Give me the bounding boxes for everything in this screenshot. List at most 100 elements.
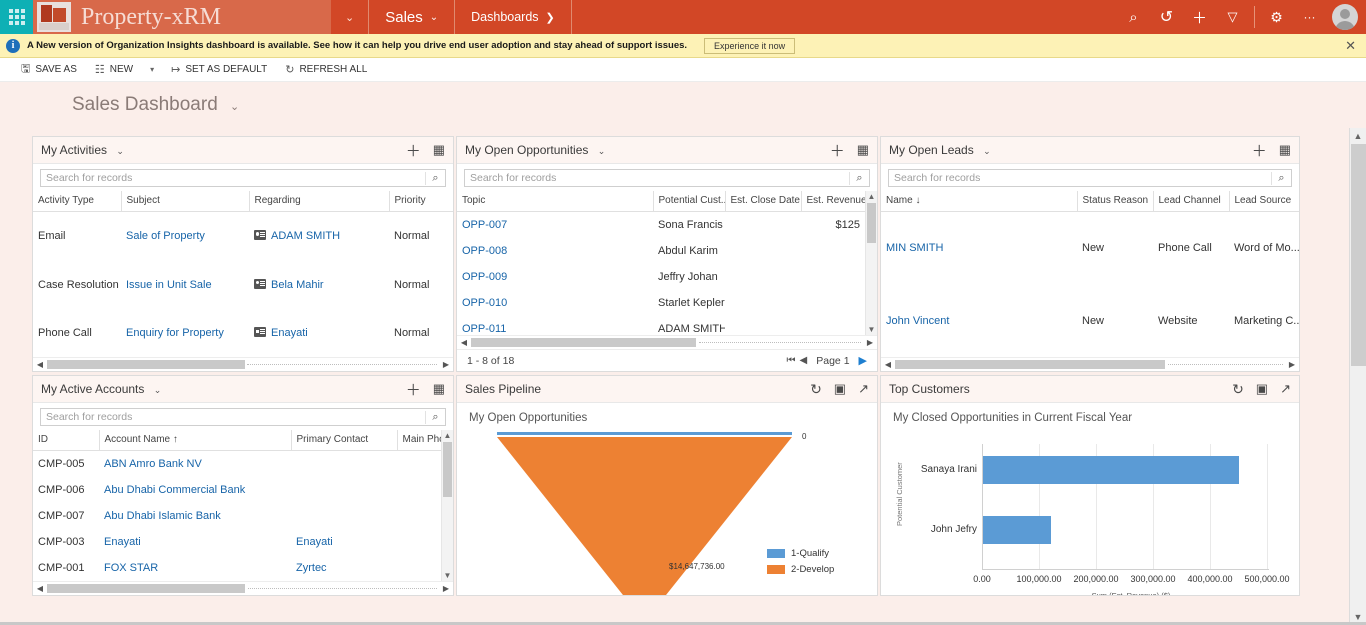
dashboard-selector-chevron-icon[interactable]: ⌄	[230, 101, 239, 113]
account-link[interactable]: FOX STAR	[104, 562, 158, 574]
legend-item-qualify[interactable]: 1-Qualify	[767, 548, 834, 559]
set-as-default-button[interactable]: ↦ SET AS DEFAULT	[162, 63, 276, 76]
scroll-track[interactable]	[471, 338, 863, 347]
search-box[interactable]: ⌕	[888, 169, 1292, 187]
expand-icon[interactable]: ↗	[858, 381, 869, 397]
col-name[interactable]: Name ↓	[881, 191, 1077, 212]
col-id[interactable]: ID	[33, 430, 99, 451]
scroll-track[interactable]	[47, 584, 439, 593]
subject-link[interactable]: Issue in Unit Sale	[126, 279, 212, 291]
open-grid-icon[interactable]: ▦	[433, 142, 445, 158]
scroll-thumb[interactable]	[443, 442, 452, 497]
scroll-up-arrow-icon[interactable]: ▲	[868, 191, 876, 202]
open-grid-icon[interactable]: ▦	[857, 142, 869, 158]
chevron-down-icon[interactable]: ⌄	[983, 146, 991, 156]
funnel-segment-qualify[interactable]	[497, 432, 792, 435]
module-selector-sales[interactable]: Sales ⌄	[369, 0, 456, 34]
app-launcher-waffle-icon[interactable]	[0, 0, 33, 34]
add-record-icon[interactable]: ＋	[406, 379, 421, 400]
add-record-icon[interactable]: ＋	[406, 140, 421, 161]
chevron-down-icon[interactable]: ⌄	[598, 146, 606, 156]
search-icon[interactable]: ⌕	[849, 171, 869, 185]
table-row[interactable]: CMP-001 FOX STAR Zyrtec	[33, 555, 441, 581]
funnel-segment-develop[interactable]	[497, 437, 792, 595]
brand-dropdown-chevron-icon[interactable]: ⌄	[331, 0, 370, 34]
scroll-thumb[interactable]	[47, 584, 245, 593]
col-priority[interactable]: Priority	[388, 191, 453, 212]
table-row[interactable]: OPP-007 Sona Francis $125	[457, 212, 865, 239]
lead-name-link[interactable]: John Vincent	[886, 315, 949, 327]
search-icon[interactable]: ⌕	[1271, 171, 1291, 185]
chevron-down-icon[interactable]: ⌄	[116, 146, 124, 156]
table-row[interactable]: Email Sale of Property ADAM SMITH Normal	[33, 212, 453, 261]
search-icon[interactable]: ⌕	[425, 410, 445, 424]
scroll-down-arrow-icon[interactable]: ▼	[868, 324, 876, 335]
table-row[interactable]: CMP-003 Enayati Enayati	[33, 529, 441, 555]
add-record-icon[interactable]: ＋	[1252, 140, 1267, 161]
table-row[interactable]: OPP-008 Abdul Karim	[457, 238, 865, 264]
search-icon[interactable]: ⌕	[1117, 0, 1150, 34]
search-box[interactable]: ⌕	[40, 169, 446, 187]
user-avatar[interactable]	[1332, 4, 1358, 30]
col-subject[interactable]: Subject	[120, 191, 249, 212]
scroll-thumb[interactable]	[471, 338, 696, 347]
table-row[interactable]: John Vincent New Website Marketing C...	[881, 285, 1299, 357]
chart-type-icon[interactable]: ▣	[1256, 381, 1268, 397]
page-vertical-scrollbar[interactable]: ▲ ▼	[1349, 128, 1366, 625]
table-row[interactable]: Phone Call Enquiry for Property Enayati …	[33, 309, 453, 357]
regarding-link[interactable]: Bela Mahir	[271, 279, 324, 291]
search-input[interactable]	[465, 172, 849, 184]
search-input[interactable]	[41, 172, 425, 184]
table-row[interactable]: CMP-007 Abu Dhabi Islamic Bank	[33, 503, 441, 529]
scroll-up-arrow-icon[interactable]: ▲	[444, 430, 452, 441]
scroll-right-arrow-icon[interactable]: ▶	[439, 584, 453, 593]
col-potential-customer[interactable]: Potential Cust...	[652, 191, 725, 212]
next-page-icon[interactable]: ▶	[859, 354, 867, 367]
table-row[interactable]: CMP-006 Abu Dhabi Commercial Bank	[33, 477, 441, 503]
refresh-icon[interactable]: ↻	[810, 381, 822, 398]
table-row[interactable]: CMP-005 ABN Amro Bank NV	[33, 451, 441, 478]
scroll-track[interactable]	[895, 360, 1285, 369]
scroll-right-arrow-icon[interactable]: ▶	[439, 360, 453, 369]
refresh-all-button[interactable]: ↻ REFRESH ALL	[276, 63, 376, 76]
search-icon[interactable]: ⌕	[425, 171, 445, 185]
bar-chart-area[interactable]: Potential Customer Sanaya Irani John Jef…	[881, 424, 1299, 595]
prev-page-icon[interactable]: ◀	[800, 355, 808, 366]
scroll-left-arrow-icon[interactable]: ◀	[457, 338, 471, 347]
table-row[interactable]: MIN SMITH New Phone Call Word of Mo...	[881, 212, 1299, 285]
topic-link[interactable]: OPP-007	[462, 219, 507, 231]
topic-link[interactable]: OPP-010	[462, 297, 507, 309]
add-record-icon[interactable]: ＋	[830, 140, 845, 161]
scroll-left-arrow-icon[interactable]: ◀	[33, 360, 47, 369]
col-topic[interactable]: Topic	[457, 191, 653, 212]
settings-gear-icon[interactable]: ⚙	[1260, 0, 1293, 34]
scroll-right-arrow-icon[interactable]: ▶	[863, 338, 877, 347]
breadcrumb-dashboards[interactable]: Dashboards ❯	[455, 0, 572, 34]
save-as-button[interactable]: 🖫 SAVE AS	[12, 60, 86, 79]
expand-icon[interactable]: ↗	[1280, 381, 1291, 397]
contact-link[interactable]: Enayati	[296, 536, 333, 548]
new-dropdown-caret-icon[interactable]: ▾	[142, 65, 162, 74]
search-input[interactable]	[889, 172, 1271, 184]
advanced-filter-icon[interactable]: ▽	[1216, 0, 1249, 34]
regarding-link[interactable]: ADAM SMITH	[271, 230, 340, 242]
scroll-thumb[interactable]	[1350, 144, 1366, 366]
col-lead-source[interactable]: Lead Source	[1228, 191, 1299, 212]
contact-link[interactable]: Zyrtec	[296, 562, 327, 574]
topic-link[interactable]: OPP-008	[462, 245, 507, 257]
bar-john-jefry[interactable]	[983, 516, 1051, 544]
scroll-thumb[interactable]	[47, 360, 245, 369]
search-box[interactable]: ⌕	[40, 408, 446, 426]
table-row[interactable]: OPP-010 Starlet Kepler	[457, 290, 865, 316]
legend-item-develop[interactable]: 2-Develop	[767, 564, 834, 575]
col-lead-channel[interactable]: Lead Channel	[1152, 191, 1229, 212]
scroll-down-arrow-icon[interactable]: ▼	[444, 570, 452, 581]
search-input[interactable]	[41, 411, 425, 423]
horizontal-scrollbar[interactable]: ◀ ▶	[457, 335, 877, 349]
new-button[interactable]: ☷ NEW	[86, 63, 142, 76]
col-primary-contact[interactable]: Primary Contact	[290, 430, 397, 451]
open-grid-icon[interactable]: ▦	[433, 381, 445, 397]
scroll-track[interactable]	[47, 360, 439, 369]
scroll-left-arrow-icon[interactable]: ◀	[881, 360, 895, 369]
first-page-icon[interactable]: ⏮	[787, 355, 796, 366]
